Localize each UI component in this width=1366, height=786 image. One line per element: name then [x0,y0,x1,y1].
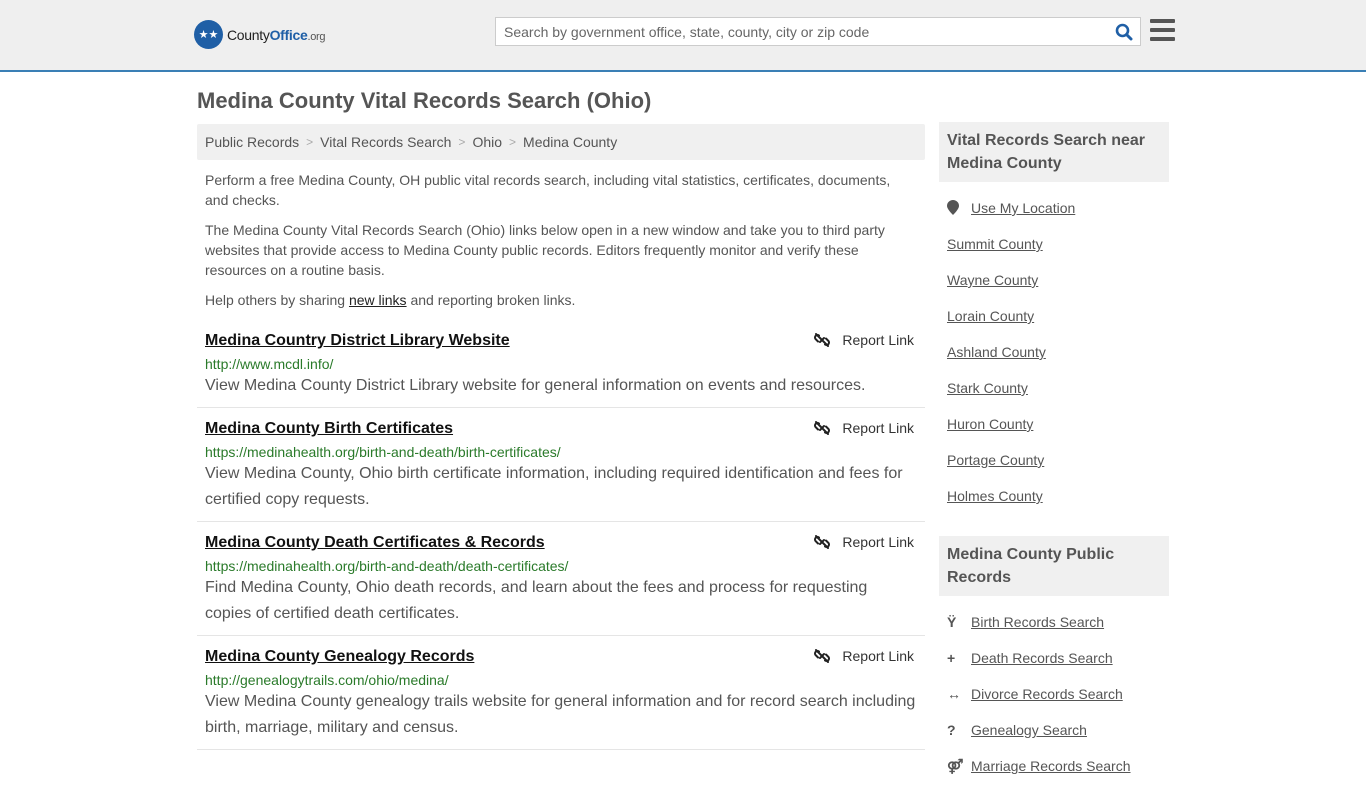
broken-link-icon [814,421,831,435]
nearby-county-link[interactable]: Portage County [947,452,1044,468]
search-icon [1115,23,1133,40]
result-title-link[interactable]: Medina County Genealogy Records [205,648,474,665]
search-input[interactable] [496,18,1108,45]
intro: Perform a free Medina County, OH public … [197,160,925,310]
arrows-horizontal-icon: ↔ [947,686,961,702]
report-link-button[interactable]: Report Link [814,534,914,550]
map-marker-icon [947,200,971,218]
report-link-button[interactable]: Report Link [814,420,914,436]
hamburger-menu-icon[interactable] [1150,19,1175,43]
result-url: https://medinahealth.org/birth-and-death… [205,558,569,574]
breadcrumb-separator: > [458,135,466,149]
public-records-list: Ÿ Birth Records Search + Death Records Sear… [939,596,1169,786]
intro-p3: Help others by sharing new links and rep… [205,292,576,308]
broken-link-icon [814,535,831,549]
plus-icon: + [947,650,956,666]
nearby-county-link[interactable]: Stark County [947,380,1028,396]
result-url: https://medinahealth.org/birth-and-death… [205,444,561,460]
public-record-item: Ÿ Birth Records Search [947,606,1161,642]
public-record-link[interactable]: Genealogy Search [971,722,1087,738]
breadcrumb: Public Records > Vital Records Search > Oh… [197,124,925,160]
nearby-county-item: Holmes County [947,480,1161,516]
site-logo[interactable]: ★★ CountyOffice.org [194,20,326,49]
public-record-link[interactable]: Death Records Search [971,650,1113,666]
nearby-county-item: Stark County [947,372,1161,408]
result-title: Medina Country District Library Website [205,332,917,350]
nearby-heading: Vital Records Search near Medina County [939,122,1169,182]
main-content: Public Records > Vital Records Search > Oh… [197,124,925,750]
result-item: Medina County Death Certificates & Recor… [197,522,925,636]
use-location-item: Use My Location [947,192,1161,228]
new-links-link[interactable]: new links [349,292,407,308]
nearby-county-item: Ashland County [947,336,1161,372]
sidebar-public-records: Medina County Public Records Ÿ Birth Reco… [939,536,1169,786]
rings-icon: ⚤ [947,758,964,774]
intro-p1: Perform a free Medina County, OH public … [205,172,891,208]
breadcrumb-separator: > [509,135,517,149]
result-url: http://www.mcdl.info/ [205,356,334,372]
nearby-county-item: Portage County [947,444,1161,480]
result-description: Find Medina County, Ohio death records, … [205,579,868,622]
search-bar [495,17,1141,46]
nearby-county-item: Lorain County [947,300,1161,336]
nearby-county-link[interactable]: Ashland County [947,344,1046,360]
result-title-link[interactable]: Medina County Death Certificates & Recor… [205,534,545,551]
site-header: ★★ CountyOffice.org [0,0,1366,72]
result-title: Medina County Genealogy Records [205,648,917,666]
eagle-logo-icon: ★★ [194,20,223,49]
public-records-heading: Medina County Public Records [939,536,1169,596]
report-link-button[interactable]: Report Link [814,332,914,348]
breadcrumb-current: Medina County [523,134,618,150]
search-button[interactable] [1108,18,1140,45]
broken-link-icon [814,649,831,663]
baby-icon: Ÿ [947,614,957,630]
intro-p2: The Medina County Vital Records Search (… [205,222,885,278]
public-record-link[interactable]: Marriage Records Search [971,758,1131,774]
nearby-county-link[interactable]: Summit County [947,236,1043,252]
result-title: Medina County Birth Certificates [205,420,917,438]
nearby-county-item: Huron County [947,408,1161,444]
public-record-item: ⚤ Marriage Records Search [947,750,1161,786]
report-link-button[interactable]: Report Link [814,648,914,664]
result-description: View Medina County genealogy trails webs… [205,693,916,736]
nearby-county-link[interactable]: Holmes County [947,488,1043,504]
result-item: Medina County Birth Certificates Report … [197,408,925,522]
public-record-item: ↔ Divorce Records Search [947,678,1161,714]
question-icon: ? [947,722,956,738]
public-record-link[interactable]: Birth Records Search [971,614,1104,630]
breadcrumb-public-records[interactable]: Public Records [205,134,299,150]
public-record-item: ? Genealogy Search [947,714,1161,750]
page-title: Medina County Vital Records Search (Ohio… [197,88,652,113]
sidebar-nearby: Vital Records Search near Medina County … [939,122,1169,516]
nearby-county-link[interactable]: Lorain County [947,308,1034,324]
public-record-link[interactable]: Divorce Records Search [971,686,1123,702]
nearby-county-item: Summit County [947,228,1161,264]
breadcrumb-vital-records[interactable]: Vital Records Search [320,134,451,150]
result-title: Medina County Death Certificates & Recor… [205,534,917,552]
breadcrumb-separator: > [306,135,314,149]
nearby-county-link[interactable]: Huron County [947,416,1033,432]
result-item: Medina County Genealogy Records Report L… [197,636,925,750]
result-description: View Medina County, Ohio birth certifica… [205,465,903,508]
results-list: Medina Country District Library Website … [197,320,925,750]
nearby-county-item: Wayne County [947,264,1161,300]
public-record-item: + Death Records Search [947,642,1161,678]
result-title-link[interactable]: Medina Country District Library Website [205,332,510,349]
result-description: View Medina County District Library webs… [205,377,866,394]
result-title-link[interactable]: Medina County Birth Certificates [205,420,453,437]
nearby-county-link[interactable]: Wayne County [947,272,1038,288]
result-item: Medina Country District Library Website … [197,320,925,408]
broken-link-icon [814,333,831,347]
nearby-list: Use My Location Summit County Wayne Count… [939,182,1169,516]
use-location-link[interactable]: Use My Location [971,200,1075,216]
logo-text: CountyOffice.org [227,26,326,43]
breadcrumb-ohio[interactable]: Ohio [472,134,502,150]
result-url: http://genealogytrails.com/ohio/medina/ [205,672,449,688]
